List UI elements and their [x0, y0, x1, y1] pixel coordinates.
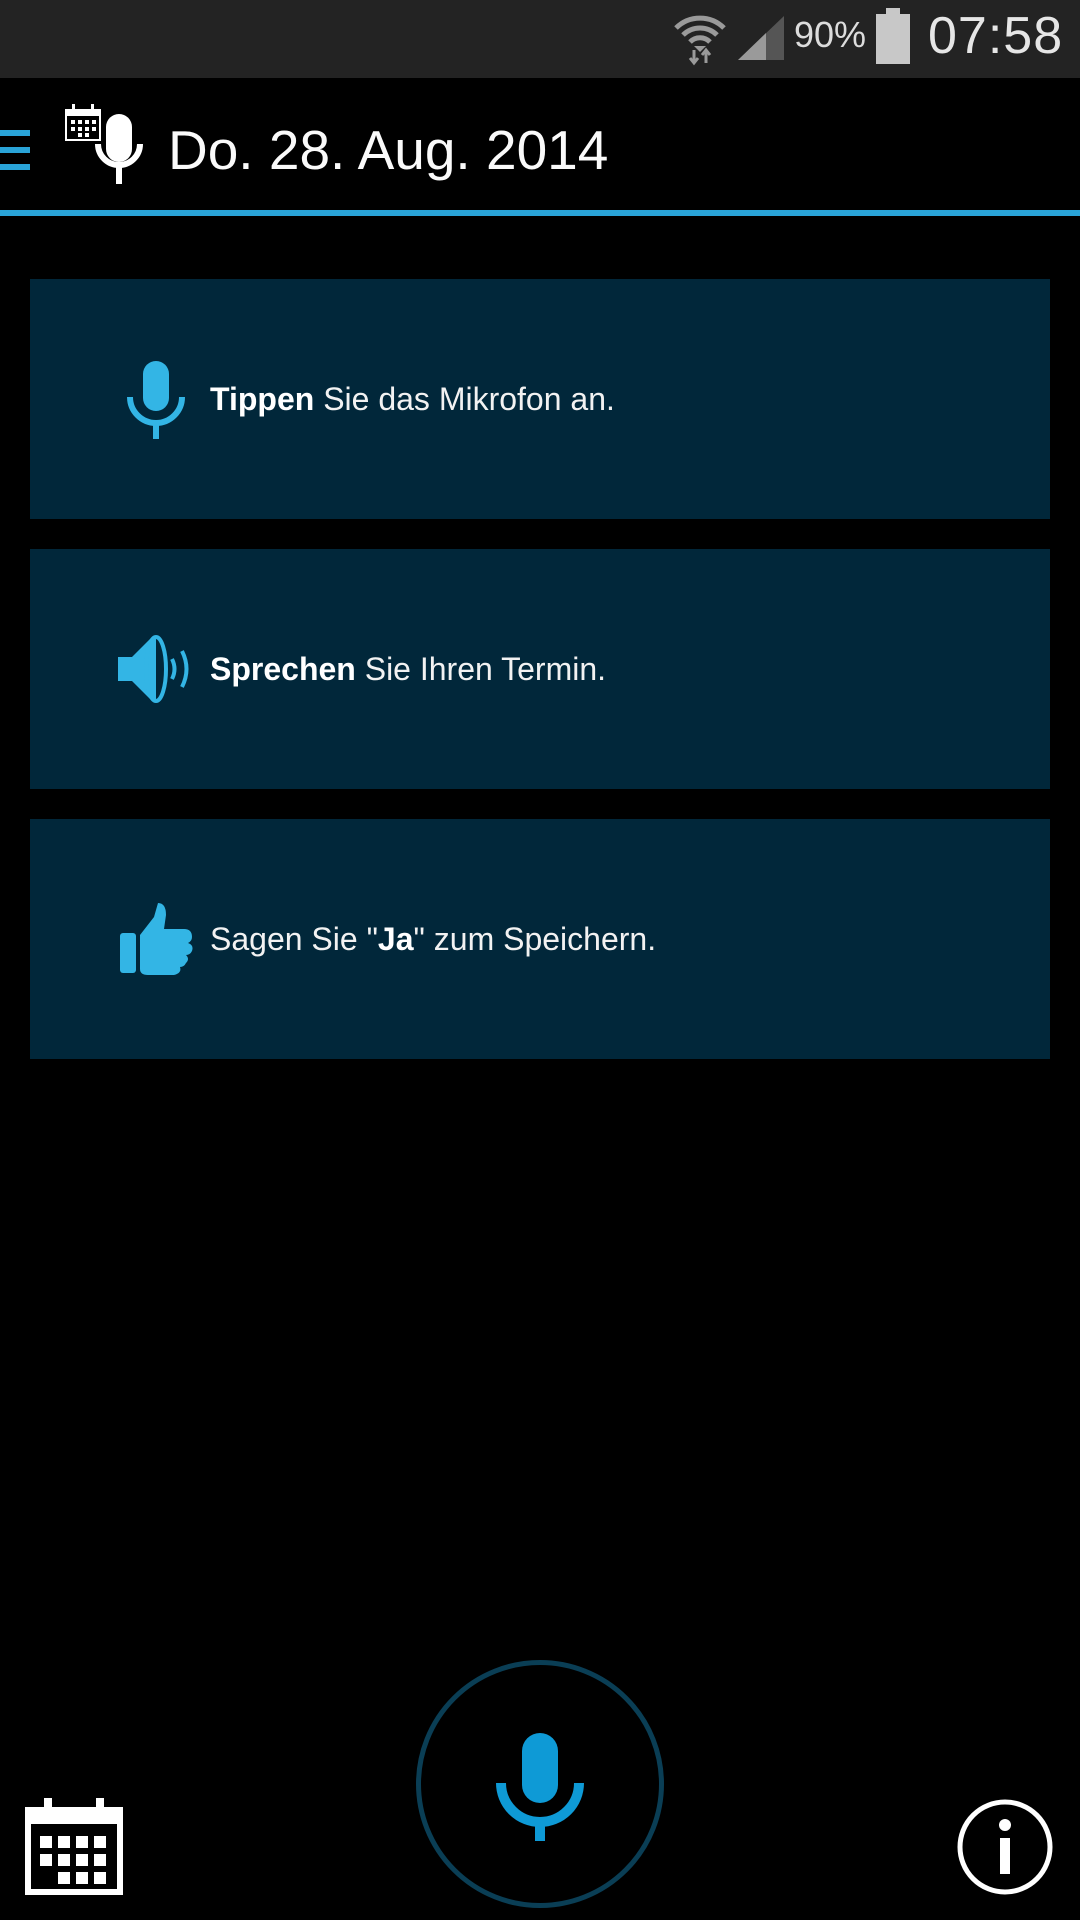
- instruction-text: Tippen Sie das Mikrofon an.: [210, 381, 615, 417]
- battery-percent: 90%: [794, 14, 867, 55]
- instruction-text: Sagen Sie "Ja" zum Speichern.: [210, 921, 657, 957]
- thumbs-up-icon: [120, 903, 193, 975]
- instruction-text: Sprechen Sie Ihren Termin.: [210, 651, 607, 687]
- calendar-icon[interactable]: [24, 1796, 124, 1896]
- instruction-card-tap: Tippen Sie das Mikrofon an.: [30, 279, 1050, 519]
- drawer-menu-icon[interactable]: [0, 124, 32, 176]
- instruction-card-save: Sagen Sie "Ja" zum Speichern.: [30, 819, 1050, 1059]
- cell-signal-icon: [738, 16, 784, 60]
- status-bar: 90% 07:58: [0, 0, 1080, 78]
- speaker-icon: [118, 635, 189, 703]
- instruction-keyword: Ja: [377, 921, 414, 957]
- status-clock: 07:58: [928, 7, 1064, 65]
- action-bar-divider: [0, 210, 1080, 216]
- action-bar-title: Do. 28. Aug. 2014: [168, 119, 609, 181]
- instruction-keyword: Tippen: [210, 381, 315, 417]
- instruction-card-speak: Sprechen Sie Ihren Termin.: [30, 549, 1050, 789]
- app-logo-icon[interactable]: [62, 102, 156, 192]
- microphone-icon: [127, 361, 185, 439]
- microphone-icon: [496, 1733, 584, 1841]
- app-screen: 90% 07:58 Do. 28. Aug. 2014 Tippen Sie d…: [0, 0, 1080, 1920]
- record-button[interactable]: [416, 1660, 664, 1908]
- instruction-keyword: Sprechen: [210, 651, 356, 687]
- battery-icon: [876, 8, 910, 64]
- info-icon[interactable]: [956, 1798, 1054, 1896]
- action-bar: Do. 28. Aug. 2014: [0, 78, 1080, 216]
- wifi-icon: [674, 15, 726, 66]
